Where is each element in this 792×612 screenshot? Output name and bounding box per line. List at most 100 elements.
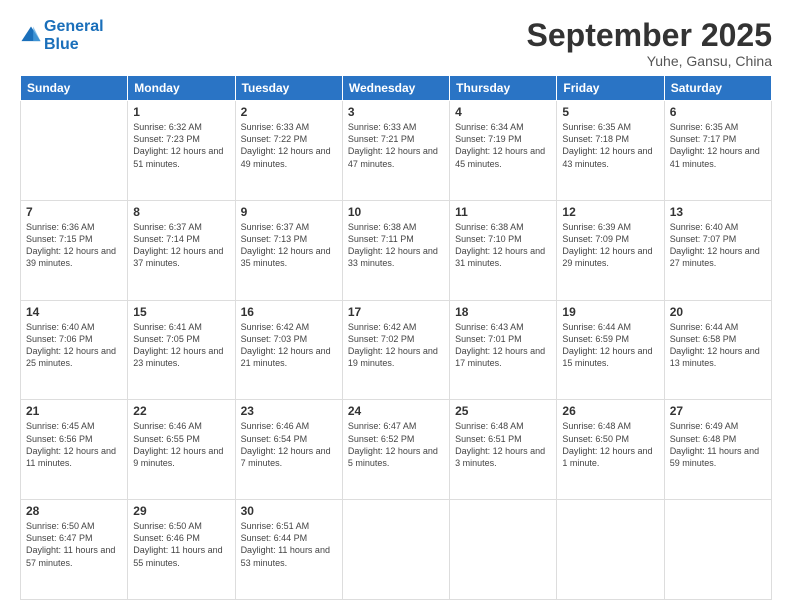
day-number: 12 (562, 205, 658, 219)
day-info: Sunrise: 6:47 AMSunset: 6:52 PMDaylight:… (348, 420, 444, 469)
title-block: September 2025 Yuhe, Gansu, China (527, 18, 772, 69)
calendar-cell: 25Sunrise: 6:48 AMSunset: 6:51 PMDayligh… (450, 400, 557, 500)
day-info: Sunrise: 6:32 AMSunset: 7:23 PMDaylight:… (133, 121, 229, 170)
calendar-cell: 27 Sunrise: 6:49 AMSunset: 6:48 PMDayligh… (664, 400, 771, 500)
day-number: 23 (241, 404, 337, 418)
calendar-cell: 20 Sunrise: 6:44 AMSunset: 6:58 PMDayligh… (664, 300, 771, 400)
calendar-cell: 2 Sunrise: 6:33 AMSunset: 7:22 PMDaylight… (235, 101, 342, 201)
calendar-cell (557, 500, 664, 600)
day-info: Sunrise: 6:35 AMSunset: 7:17 PMDaylight:… (670, 121, 766, 170)
day-number: 15 (133, 305, 229, 319)
day-info: Sunrise: 6:40 AMSunset: 7:06 PMDaylight:… (26, 321, 122, 370)
calendar-cell: 4Sunrise: 6:34 AMSunset: 7:19 PMDaylight… (450, 101, 557, 201)
calendar-cell: 7 Sunrise: 6:36 AMSunset: 7:15 PMDaylight… (21, 200, 128, 300)
calendar-cell: 3 Sunrise: 6:33 AMSunset: 7:21 PMDaylight… (342, 101, 449, 201)
day-info: Sunrise: 6:51 AMSunset: 6:44 PMDaylight:… (241, 520, 337, 569)
calendar-cell: 17 Sunrise: 6:42 AMSunset: 7:02 PMDayligh… (342, 300, 449, 400)
day-number: 27 (670, 404, 766, 418)
day-info: Sunrise: 6:46 AMSunset: 6:55 PMDaylight:… (133, 420, 229, 469)
day-number: 7 (26, 205, 122, 219)
day-number: 29 (133, 504, 229, 518)
day-info: Sunrise: 6:37 AMSunset: 7:14 PMDaylight:… (133, 221, 229, 270)
day-info: Sunrise: 6:41 AMSunset: 7:05 PMDaylight:… (133, 321, 229, 370)
day-number: 10 (348, 205, 444, 219)
calendar-cell: 13 Sunrise: 6:40 AMSunset: 7:07 PMDayligh… (664, 200, 771, 300)
day-info: Sunrise: 6:50 AMSunset: 6:46 PMDaylight:… (133, 520, 229, 569)
calendar-week-3: 21 Sunrise: 6:45 AMSunset: 6:56 PMDayligh… (21, 400, 772, 500)
day-number: 18 (455, 305, 551, 319)
calendar-header-sunday: Sunday (21, 76, 128, 101)
day-number: 11 (455, 205, 551, 219)
calendar-cell (342, 500, 449, 600)
calendar-header-monday: Monday (128, 76, 235, 101)
calendar-cell: 10 Sunrise: 6:38 AMSunset: 7:11 PMDayligh… (342, 200, 449, 300)
calendar-cell (450, 500, 557, 600)
day-number: 26 (562, 404, 658, 418)
logo-general: General (44, 18, 104, 35)
calendar-cell: 18 Sunrise: 6:43 AMSunset: 7:01 PMDayligh… (450, 300, 557, 400)
day-info: Sunrise: 6:36 AMSunset: 7:15 PMDaylight:… (26, 221, 122, 270)
day-number: 13 (670, 205, 766, 219)
day-info: Sunrise: 6:38 AMSunset: 7:10 PMDaylight:… (455, 221, 551, 270)
day-number: 5 (562, 105, 658, 119)
day-info: Sunrise: 6:49 AMSunset: 6:48 PMDaylight:… (670, 420, 766, 469)
day-number: 24 (348, 404, 444, 418)
day-info: Sunrise: 6:48 AMSunset: 6:50 PMDaylight:… (562, 420, 658, 469)
day-number: 30 (241, 504, 337, 518)
logo-icon (20, 25, 42, 47)
day-number: 19 (562, 305, 658, 319)
day-number: 8 (133, 205, 229, 219)
day-info: Sunrise: 6:45 AMSunset: 6:56 PMDaylight:… (26, 420, 122, 469)
calendar-header-saturday: Saturday (664, 76, 771, 101)
day-info: Sunrise: 6:35 AMSunset: 7:18 PMDaylight:… (562, 121, 658, 170)
day-number: 9 (241, 205, 337, 219)
day-number: 17 (348, 305, 444, 319)
page: General Blue September 2025 Yuhe, Gansu,… (0, 0, 792, 612)
calendar-cell: 12 Sunrise: 6:39 AMSunset: 7:09 PMDayligh… (557, 200, 664, 300)
day-number: 4 (455, 105, 551, 119)
day-number: 3 (348, 105, 444, 119)
day-info: Sunrise: 6:33 AMSunset: 7:22 PMDaylight:… (241, 121, 337, 170)
calendar-cell: 22 Sunrise: 6:46 AMSunset: 6:55 PMDayligh… (128, 400, 235, 500)
calendar-cell: 29 Sunrise: 6:50 AMSunset: 6:46 PMDayligh… (128, 500, 235, 600)
calendar-cell: 16Sunrise: 6:42 AMSunset: 7:03 PMDayligh… (235, 300, 342, 400)
day-info: Sunrise: 6:38 AMSunset: 7:11 PMDaylight:… (348, 221, 444, 270)
calendar-header-friday: Friday (557, 76, 664, 101)
calendar-cell: 24 Sunrise: 6:47 AMSunset: 6:52 PMDayligh… (342, 400, 449, 500)
calendar-cell: 8 Sunrise: 6:37 AMSunset: 7:14 PMDaylight… (128, 200, 235, 300)
calendar-week-4: 28Sunrise: 6:50 AMSunset: 6:47 PMDayligh… (21, 500, 772, 600)
calendar-cell: 28Sunrise: 6:50 AMSunset: 6:47 PMDayligh… (21, 500, 128, 600)
day-info: Sunrise: 6:44 AMSunset: 6:59 PMDaylight:… (562, 321, 658, 370)
calendar-cell: 6 Sunrise: 6:35 AMSunset: 7:17 PMDaylight… (664, 101, 771, 201)
calendar-table: SundayMondayTuesdayWednesdayThursdayFrid… (20, 75, 772, 600)
day-number: 1 (133, 105, 229, 119)
calendar-week-2: 14Sunrise: 6:40 AMSunset: 7:06 PMDayligh… (21, 300, 772, 400)
calendar-cell: 15 Sunrise: 6:41 AMSunset: 7:05 PMDayligh… (128, 300, 235, 400)
logo-blue: Blue (44, 36, 79, 53)
main-title: September 2025 (527, 18, 772, 53)
day-number: 20 (670, 305, 766, 319)
day-info: Sunrise: 6:39 AMSunset: 7:09 PMDaylight:… (562, 221, 658, 270)
calendar-cell (21, 101, 128, 201)
calendar-header-thursday: Thursday (450, 76, 557, 101)
calendar-cell: 14Sunrise: 6:40 AMSunset: 7:06 PMDayligh… (21, 300, 128, 400)
day-info: Sunrise: 6:42 AMSunset: 7:03 PMDaylight:… (241, 321, 337, 370)
day-info: Sunrise: 6:33 AMSunset: 7:21 PMDaylight:… (348, 121, 444, 170)
day-info: Sunrise: 6:48 AMSunset: 6:51 PMDaylight:… (455, 420, 551, 469)
day-info: Sunrise: 6:37 AMSunset: 7:13 PMDaylight:… (241, 221, 337, 270)
day-info: Sunrise: 6:50 AMSunset: 6:47 PMDaylight:… (26, 520, 122, 569)
day-number: 6 (670, 105, 766, 119)
day-number: 22 (133, 404, 229, 418)
day-info: Sunrise: 6:42 AMSunset: 7:02 PMDaylight:… (348, 321, 444, 370)
calendar-cell: 26 Sunrise: 6:48 AMSunset: 6:50 PMDayligh… (557, 400, 664, 500)
calendar-cell: 11 Sunrise: 6:38 AMSunset: 7:10 PMDayligh… (450, 200, 557, 300)
day-info: Sunrise: 6:40 AMSunset: 7:07 PMDaylight:… (670, 221, 766, 270)
subtitle: Yuhe, Gansu, China (527, 53, 772, 69)
calendar-cell: 30 Sunrise: 6:51 AMSunset: 6:44 PMDayligh… (235, 500, 342, 600)
calendar-week-1: 7 Sunrise: 6:36 AMSunset: 7:15 PMDaylight… (21, 200, 772, 300)
day-number: 21 (26, 404, 122, 418)
day-number: 2 (241, 105, 337, 119)
day-info: Sunrise: 6:43 AMSunset: 7:01 PMDaylight:… (455, 321, 551, 370)
header: General Blue September 2025 Yuhe, Gansu,… (20, 18, 772, 69)
day-info: Sunrise: 6:44 AMSunset: 6:58 PMDaylight:… (670, 321, 766, 370)
